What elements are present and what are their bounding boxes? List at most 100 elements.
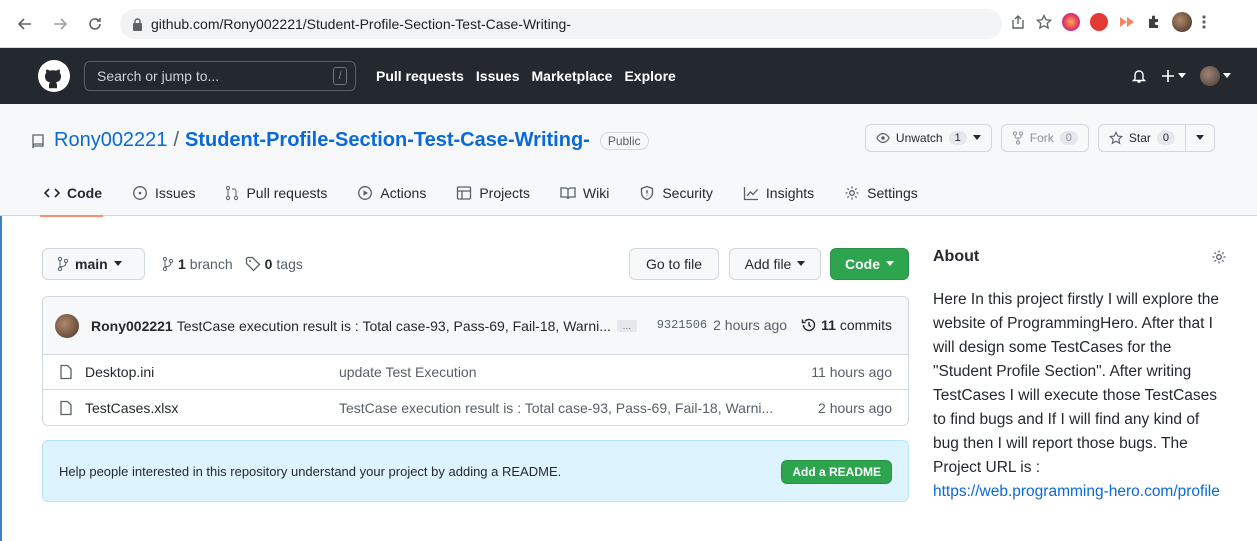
branches-link[interactable]: 1 branch bbox=[162, 256, 233, 272]
graph-icon bbox=[743, 185, 759, 201]
star-count: 0 bbox=[1156, 131, 1175, 145]
file-commit-message-link[interactable]: update Test Execution bbox=[339, 364, 477, 380]
tab-issues[interactable]: Issues bbox=[117, 170, 210, 216]
commit-author-link[interactable]: Rony002221 bbox=[91, 318, 173, 334]
search-input[interactable]: Search or jump to... / bbox=[84, 61, 356, 91]
book-icon bbox=[560, 185, 576, 201]
fork-button[interactable]: Fork 0 bbox=[1000, 124, 1089, 152]
tab-pull-requests[interactable]: Pull requests bbox=[210, 170, 342, 216]
github-header: Search or jump to... / Pull requests Iss… bbox=[0, 48, 1257, 104]
file-name-link[interactable]: Desktop.ini bbox=[85, 364, 320, 380]
star-icon[interactable] bbox=[1036, 14, 1052, 30]
plus-dropdown-icon[interactable] bbox=[1161, 69, 1186, 83]
back-icon[interactable] bbox=[12, 11, 38, 37]
star-list-dropdown[interactable] bbox=[1185, 125, 1214, 151]
arrow-extension-icon[interactable] bbox=[1118, 14, 1136, 30]
shield-icon bbox=[639, 185, 655, 201]
issue-icon bbox=[132, 185, 148, 201]
avatar[interactable] bbox=[55, 313, 79, 338]
repo-tabs: Code Issues Pull requests Actions Projec… bbox=[40, 170, 933, 217]
tag-label: tags bbox=[276, 256, 303, 272]
user-avatar-dropdown[interactable] bbox=[1200, 66, 1231, 86]
browser-toolbar: github.com/Rony002221/Student-Profile-Se… bbox=[0, 0, 1257, 48]
file-commit-message-link[interactable]: TestCase execution result is : Total cas… bbox=[339, 400, 773, 416]
gear-icon[interactable] bbox=[1211, 249, 1227, 265]
about-description: Here In this project firstly I will expl… bbox=[933, 291, 1219, 476]
tag-icon bbox=[245, 256, 261, 272]
repo-icon bbox=[30, 133, 46, 149]
file-list: Rony002221 TestCase execution result is … bbox=[42, 296, 909, 426]
branch-select-button[interactable]: main bbox=[42, 248, 145, 280]
current-branch-name: main bbox=[75, 256, 108, 272]
reload-icon[interactable] bbox=[82, 11, 108, 37]
commit-time: 2 hours ago bbox=[713, 317, 788, 333]
branch-count: 1 bbox=[178, 256, 186, 272]
red-extension-icon[interactable] bbox=[1090, 13, 1108, 31]
file-icon bbox=[59, 400, 73, 416]
star-outline-icon bbox=[1108, 131, 1123, 145]
branch-label: branch bbox=[189, 256, 233, 272]
window-edge bbox=[0, 216, 6, 541]
add-readme-button[interactable]: Add a README bbox=[781, 460, 892, 484]
global-nav: Pull requests Issues Marketplace Explore bbox=[376, 68, 676, 84]
caret-down-icon bbox=[797, 261, 806, 267]
about-sidebar: About Here In this project firstly I wil… bbox=[933, 248, 1227, 504]
tab-code[interactable]: Code bbox=[40, 170, 117, 217]
tab-projects[interactable]: Projects bbox=[441, 170, 545, 216]
commit-message-link[interactable]: TestCase execution result is : Total cas… bbox=[177, 318, 611, 334]
repo-owner-link[interactable]: Rony002221 bbox=[54, 129, 167, 152]
commit-count: 11 bbox=[821, 317, 836, 333]
tab-label: Insights bbox=[765, 185, 815, 201]
file-icon bbox=[59, 364, 73, 380]
tab-insights[interactable]: Insights bbox=[728, 170, 829, 216]
profile-avatar[interactable] bbox=[1172, 12, 1192, 32]
nav-pull-requests[interactable]: Pull requests bbox=[376, 68, 464, 84]
star-button[interactable]: Star 0 bbox=[1097, 124, 1215, 152]
file-commit-time: 11 hours ago bbox=[811, 364, 892, 380]
watch-count: 1 bbox=[948, 131, 967, 145]
repo-name-link[interactable]: Student-Profile-Section-Test-Case-Writin… bbox=[185, 129, 590, 152]
visibility-badge: Public bbox=[599, 131, 649, 150]
tab-actions[interactable]: Actions bbox=[342, 170, 441, 216]
instagram-extension-icon[interactable] bbox=[1062, 13, 1080, 31]
tab-label: Projects bbox=[479, 185, 530, 201]
unwatch-button[interactable]: Unwatch 1 bbox=[864, 124, 992, 152]
slash-shortcut-key: / bbox=[333, 67, 347, 85]
menu-icon[interactable] bbox=[1202, 14, 1206, 30]
fork-label: Fork bbox=[1029, 131, 1054, 145]
branch-icon bbox=[57, 256, 69, 272]
nav-issues[interactable]: Issues bbox=[476, 68, 520, 84]
file-toolbar: main 1 branch 0 tags Go to file Add file… bbox=[42, 248, 909, 280]
table-row: TestCases.xlsx TestCase execution result… bbox=[43, 390, 908, 425]
share-icon[interactable] bbox=[1010, 14, 1026, 30]
extensions-icon[interactable] bbox=[1146, 14, 1162, 30]
tags-link[interactable]: 0 tags bbox=[245, 256, 303, 272]
project-url-link[interactable]: https://web.programming-hero.com/profile bbox=[933, 480, 1227, 504]
go-to-file-button[interactable]: Go to file bbox=[629, 248, 719, 280]
tab-security[interactable]: Security bbox=[624, 170, 728, 216]
add-file-button[interactable]: Add file bbox=[729, 248, 821, 280]
caret-down-icon bbox=[113, 261, 122, 267]
caret-down-icon bbox=[1196, 135, 1204, 141]
tab-settings[interactable]: Settings bbox=[829, 170, 933, 216]
fork-count: 0 bbox=[1059, 131, 1078, 145]
add-file-label: Add file bbox=[744, 256, 792, 272]
expand-commit-button[interactable]: … bbox=[616, 319, 637, 332]
tab-wiki[interactable]: Wiki bbox=[545, 170, 624, 216]
commits-link[interactable]: 11 commits bbox=[801, 317, 892, 333]
github-logo-icon[interactable] bbox=[38, 60, 70, 92]
commit-sha-link[interactable]: 9321506 bbox=[657, 318, 707, 332]
forward-icon[interactable] bbox=[47, 11, 73, 37]
file-name-link[interactable]: TestCases.xlsx bbox=[85, 400, 320, 416]
commit-label: commits bbox=[839, 317, 892, 333]
code-button[interactable]: Code bbox=[830, 248, 909, 280]
tab-label: Actions bbox=[380, 185, 427, 201]
bell-icon[interactable] bbox=[1131, 68, 1147, 84]
tab-label: Pull requests bbox=[246, 185, 328, 201]
repo-title: Rony002221 / Student-Profile-Section-Tes… bbox=[30, 129, 649, 152]
search-placeholder: Search or jump to... bbox=[97, 68, 220, 84]
nav-marketplace[interactable]: Marketplace bbox=[532, 68, 613, 84]
history-icon bbox=[801, 317, 817, 333]
nav-explore[interactable]: Explore bbox=[624, 68, 675, 84]
address-bar[interactable]: github.com/Rony002221/Student-Profile-Se… bbox=[120, 9, 1002, 39]
